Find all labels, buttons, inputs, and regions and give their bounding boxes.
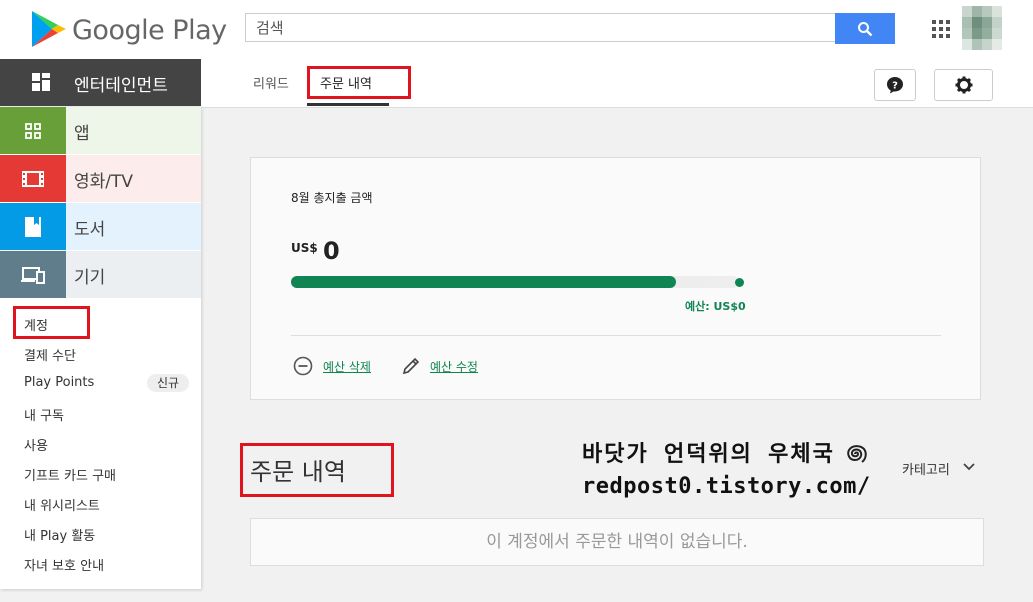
- sidebar-category-devices[interactable]: 기기: [0, 251, 201, 298]
- gear-icon: [955, 76, 972, 94]
- delete-budget-link[interactable]: 예산 삭제: [323, 358, 371, 375]
- category-dropdown[interactable]: 카테고리: [902, 459, 950, 478]
- sidebar: 앱 영화/TV 도서 기기 계정 결제 수단 Play Points 신규 내 …: [0, 107, 201, 589]
- sidebar-item-parent-guide[interactable]: 자녀 보호 안내: [24, 555, 104, 574]
- edit-budget-link[interactable]: 예산 수정: [430, 358, 478, 375]
- apps-icon: [25, 122, 41, 139]
- spiral-icon: [847, 445, 867, 463]
- highlight-box: [307, 66, 411, 99]
- search-bar: 검색: [245, 13, 895, 44]
- sidebar-item-play-activity[interactable]: 내 Play 활동: [24, 525, 95, 544]
- highlight-box: [240, 443, 394, 497]
- logo-text[interactable]: Google Play: [72, 15, 227, 46]
- sidebar-item-redeem[interactable]: 사용: [24, 435, 48, 454]
- empty-orders-message: 이 계정에서 주문한 내역이 없습니다.: [250, 518, 984, 566]
- remove-circle-icon[interactable]: [293, 356, 313, 376]
- search-button[interactable]: [835, 13, 895, 44]
- budget-title: 8월 총지출 금액: [291, 191, 373, 205]
- top-header: Google Play 검색: [0, 0, 1033, 59]
- sidebar-category-movies[interactable]: 영화/TV: [0, 155, 201, 202]
- budget-progress-track: [291, 276, 739, 288]
- sidebar-item-payment-methods[interactable]: 결제 수단: [24, 345, 76, 364]
- sidebar-category-label: 앱: [74, 124, 90, 144]
- help-icon: ?: [887, 77, 903, 94]
- sidebar-category-label: 영화/TV: [74, 172, 134, 192]
- sidebar-category-label: 도서: [74, 220, 106, 240]
- sidebar-category-books[interactable]: 도서: [0, 203, 201, 250]
- category-title: 엔터테인먼트: [74, 76, 168, 96]
- highlight-box: [13, 306, 90, 339]
- watermark-url: redpost0.tistory.com/: [582, 474, 871, 499]
- budget-limit-label: 예산: US$0: [685, 300, 746, 313]
- search-input[interactable]: 검색: [245, 13, 835, 42]
- book-icon: [25, 216, 41, 237]
- sidebar-category-apps[interactable]: 앱: [0, 107, 201, 154]
- sidebar-item-buy-gift-card[interactable]: 기프트 카드 구매: [24, 465, 116, 484]
- sidebar-item-wishlist[interactable]: 내 위시리스트: [24, 495, 100, 514]
- budget-progress-fill: [291, 276, 677, 288]
- tab-bar: 리워드 주문 내역 ?: [201, 59, 1033, 108]
- watermark-text: 바닷가 언덕위의 우체국: [582, 442, 835, 467]
- sidebar-category-label: 기기: [74, 268, 106, 288]
- avatar[interactable]: [962, 6, 1002, 50]
- budget-card: 8월 총지출 금액 US$ 0 예산: US$0 예산 삭제 예산 수정: [250, 157, 981, 400]
- divider: [291, 335, 941, 336]
- category-header[interactable]: 엔터테인먼트: [0, 59, 201, 106]
- sidebar-item-subscriptions[interactable]: 내 구독: [24, 405, 64, 424]
- pencil-icon[interactable]: [401, 356, 421, 376]
- chevron-down-icon[interactable]: [962, 462, 976, 472]
- settings-button[interactable]: [934, 69, 993, 101]
- sidebar-item-play-points[interactable]: Play Points: [24, 375, 94, 390]
- new-badge: 신규: [147, 374, 189, 392]
- budget-limit-marker: [735, 278, 744, 287]
- google-play-logo-icon[interactable]: [30, 10, 68, 48]
- budget-amount: 0: [323, 237, 340, 265]
- devices-icon: [21, 266, 45, 284]
- tab-rewards[interactable]: 리워드: [253, 73, 289, 92]
- dashboard-icon: [32, 73, 50, 91]
- search-icon: [858, 21, 873, 36]
- svg-text:?: ?: [892, 80, 898, 91]
- film-icon: [22, 170, 44, 187]
- apps-grid-icon[interactable]: [932, 20, 950, 38]
- active-tab-indicator: [307, 103, 389, 106]
- budget-currency: US$: [291, 241, 318, 255]
- help-button[interactable]: ?: [874, 69, 916, 101]
